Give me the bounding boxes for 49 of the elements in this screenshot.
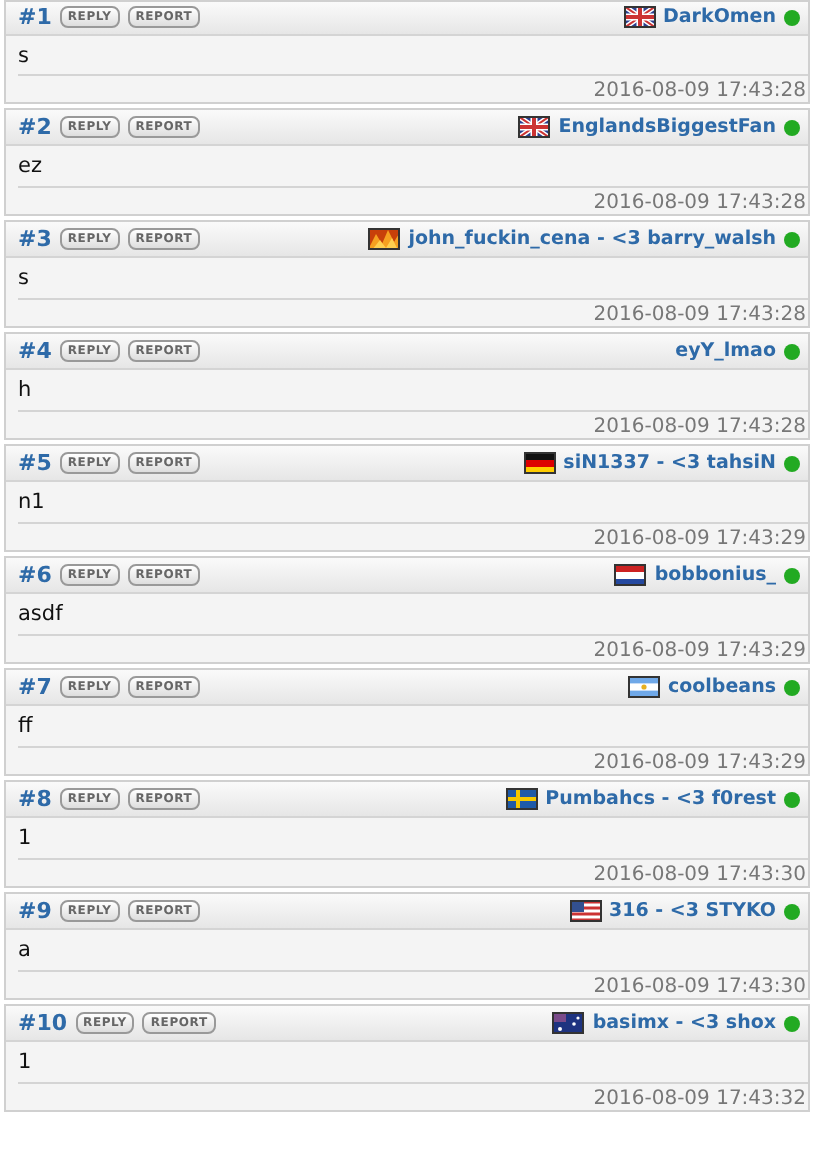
post-date: 2016-08-09 17:43:28 bbox=[18, 74, 808, 102]
post-number: #10 bbox=[18, 1010, 68, 1036]
author-link[interactable]: Pumbahcs - <3 f0rest bbox=[545, 788, 776, 810]
post-number: #4 bbox=[18, 338, 52, 364]
post-number: #1 bbox=[18, 4, 52, 31]
author-link[interactable]: john_fuckin_cena - <3 barry_walsh bbox=[408, 228, 776, 250]
post-number: #9 bbox=[18, 898, 52, 924]
post-number: #6 bbox=[18, 562, 52, 588]
post-number: #3 bbox=[18, 226, 52, 252]
post-message: 1 bbox=[16, 824, 34, 854]
post-date: 2016-08-09 17:43:29 bbox=[18, 634, 808, 662]
post-date: 2016-08-09 17:43:30 bbox=[18, 970, 808, 998]
flag-icon bbox=[523, 452, 556, 474]
post-message: s bbox=[16, 41, 31, 72]
post-message: ff bbox=[16, 712, 35, 742]
author-link[interactable]: basimx - <3 shox bbox=[592, 1012, 776, 1034]
author-link[interactable]: bobbonius_ bbox=[654, 564, 776, 586]
post-number: #7 bbox=[18, 674, 52, 700]
post-message: h bbox=[16, 376, 34, 406]
post-number: #8 bbox=[18, 786, 52, 812]
post-date: 2016-08-09 17:43:32 bbox=[18, 1082, 808, 1110]
flag-icon bbox=[614, 564, 647, 586]
post-number: #2 bbox=[18, 114, 52, 140]
post-message: n1 bbox=[16, 488, 47, 518]
post-message: a bbox=[16, 936, 33, 966]
post-date: 2016-08-09 17:43:28 bbox=[18, 186, 808, 214]
post-message: asdf bbox=[16, 600, 65, 630]
flag-icon bbox=[623, 6, 656, 29]
author-link[interactable]: 316 - <3 STYKO bbox=[609, 900, 776, 922]
author-link[interactable]: coolbeans bbox=[667, 676, 776, 698]
post-date: 2016-08-09 17:43:28 bbox=[18, 410, 808, 438]
post-message: ez bbox=[16, 152, 44, 182]
author-link[interactable]: eyY_lmao bbox=[675, 340, 776, 362]
post-date: 2016-08-09 17:43:29 bbox=[18, 746, 808, 774]
post-date: 2016-08-09 17:43:28 bbox=[18, 298, 808, 326]
post-number: #5 bbox=[18, 450, 52, 476]
post-date: 2016-08-09 17:43:29 bbox=[18, 522, 808, 550]
flag-icon bbox=[552, 1012, 585, 1034]
flame-icon bbox=[368, 228, 401, 250]
flag-icon bbox=[505, 788, 538, 810]
post-message: 1 bbox=[16, 1048, 34, 1078]
post-message: s bbox=[16, 264, 31, 294]
author-link[interactable]: DarkOmen bbox=[663, 6, 776, 29]
author-link[interactable]: EnglandsBiggestFan bbox=[558, 116, 776, 138]
flag-icon bbox=[569, 900, 602, 922]
flag-icon bbox=[627, 676, 660, 698]
author-link[interactable]: siN1337 - <3 tahsiN bbox=[563, 452, 776, 474]
post-date: 2016-08-09 17:43:30 bbox=[18, 858, 808, 886]
flag-icon bbox=[518, 116, 551, 138]
